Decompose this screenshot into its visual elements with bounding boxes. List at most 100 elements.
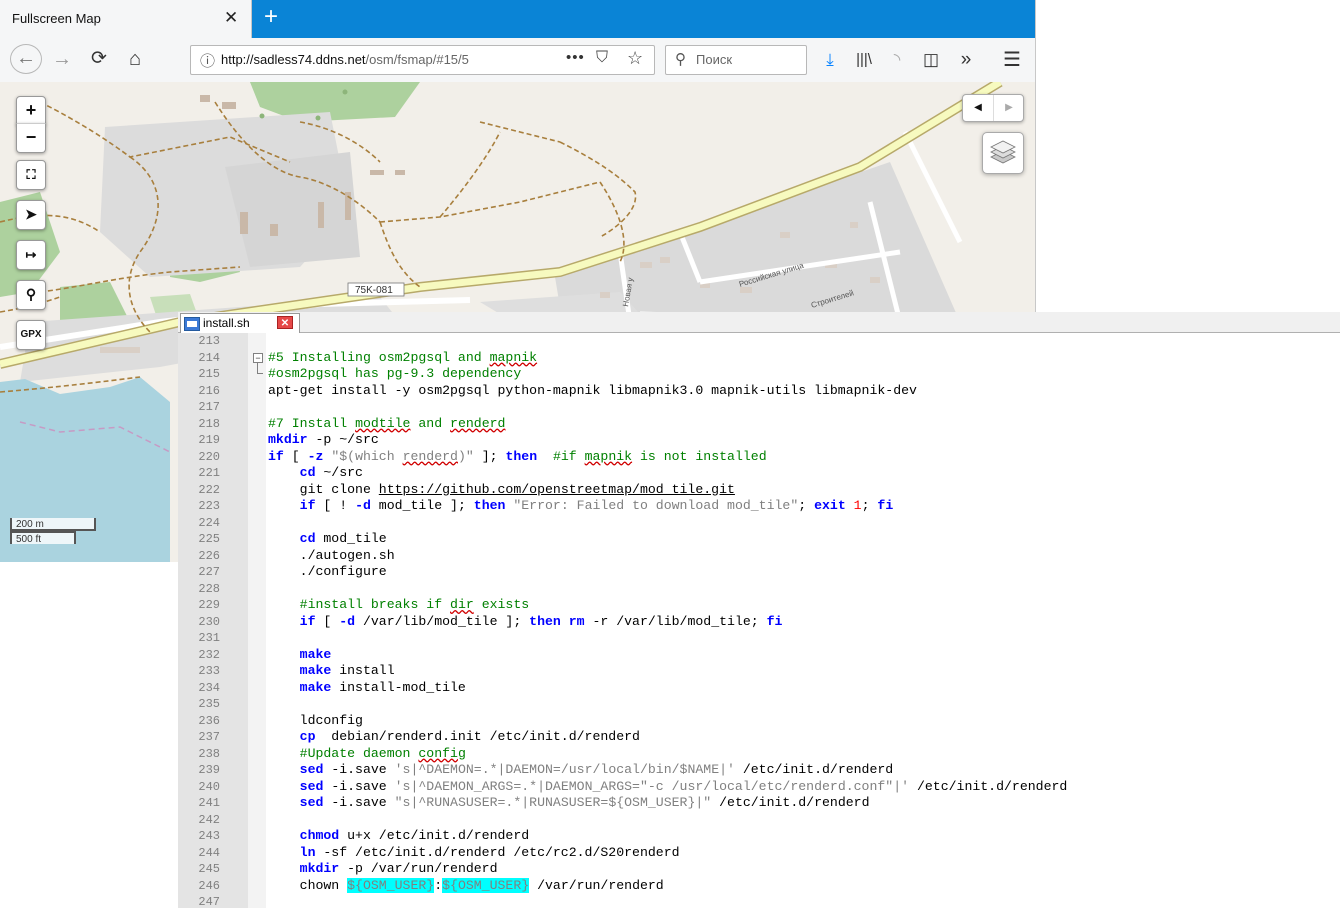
code-line[interactable]: 214 #5 Installing osm2pgsql and mapnik (178, 350, 1340, 367)
download-icon[interactable]: ⤓ (818, 48, 842, 72)
close-icon[interactable]: ✕ (277, 316, 293, 329)
pocket-icon[interactable]: ⛉ (596, 49, 608, 67)
code-line[interactable]: 247 (178, 894, 1340, 908)
code-line[interactable]: 232 make (178, 647, 1340, 664)
code-line[interactable]: 234 make install-mod_tile (178, 680, 1340, 697)
code-line[interactable]: 227 ./configure (178, 564, 1340, 581)
home-button[interactable]: ⌂ (122, 44, 148, 74)
code-line[interactable]: 236 ldconfig (178, 713, 1340, 730)
code-token: -z (307, 448, 324, 464)
code-line[interactable]: 228 (178, 581, 1340, 598)
code-token: sed (299, 795, 324, 810)
page-actions-icon[interactable]: ••• (566, 49, 585, 66)
code-token: 1 (853, 498, 862, 513)
code-token: then (473, 498, 506, 513)
sidebar-icon[interactable]: ◫ (919, 48, 943, 72)
line-number: 233 (198, 664, 220, 678)
code-token: git clone (268, 481, 379, 497)
reload-button[interactable]: ⟳ (86, 44, 112, 74)
tab-bar: Fullscreen Map ✕ + (0, 0, 1035, 38)
code-line[interactable]: 245 mkdir -p /var/run/renderd (178, 861, 1340, 878)
editor-tab-install-sh[interactable]: install.sh ✕ (180, 313, 300, 333)
code-line[interactable]: 231 (178, 630, 1340, 647)
caret-right-icon[interactable]: ▶ (993, 95, 1024, 121)
code-line[interactable]: 237 cp debian/renderd.init /etc/init.d/r… (178, 729, 1340, 746)
zoom-out-button[interactable]: − (16, 123, 46, 153)
info-icon[interactable]: ⓘ (200, 50, 216, 70)
code-token: rm (568, 613, 585, 629)
code-line[interactable]: 244 ln -sf /etc/init.d/renderd /etc/rc2.… (178, 845, 1340, 862)
line-number: 229 (198, 598, 220, 612)
code-token: cd (299, 531, 316, 546)
code-token: chown (268, 877, 348, 893)
line-number: 215 (198, 367, 220, 381)
code-line[interactable]: 220 if [ -z "$(which renderd)" ]; then #i… (178, 449, 1340, 466)
layers-icon[interactable] (982, 132, 1024, 174)
code-token: #7 Install (268, 415, 356, 431)
caret-left-icon[interactable]: ◀ (963, 95, 993, 121)
code-line[interactable]: 217 (178, 399, 1340, 416)
code-text: cp debian/renderd.init /etc/init.d/rende… (268, 729, 640, 746)
code-line[interactable]: 221 cd ~/src (178, 465, 1340, 482)
code-line[interactable]: 233 make install (178, 663, 1340, 680)
code-line[interactable]: 223 if [ ! -d mod_tile ]; then "Error: F… (178, 498, 1340, 515)
code-token: sed (299, 778, 324, 794)
url-bar[interactable]: ⓘ http://sadless74.ddns.net/osm/fsmap/#1… (190, 45, 655, 75)
measure-icon[interactable]: ↦ (16, 240, 46, 270)
code-line[interactable]: 246 chown ${OSM_USER}:${OSM_USER} /var/r… (178, 877, 1340, 895)
code-line[interactable]: 224 (178, 515, 1340, 532)
new-tab-button[interactable]: + (259, 2, 283, 34)
tab-fullscreen-map[interactable]: Fullscreen Map ✕ (0, 0, 252, 38)
code-token: u+x /etc/init.d/renderd (339, 828, 530, 843)
code-line[interactable]: 219 mkdir -p ~/src (178, 432, 1340, 449)
code-area[interactable]: 213 214 #5 Installing osm2pgsql and mapnik… (178, 333, 1340, 908)
library-icon[interactable]: |||\ (852, 48, 876, 72)
code-line[interactable]: 216 apt-get install -y osm2pgsql python-m… (178, 383, 1340, 400)
forward-button[interactable]: → (50, 44, 74, 74)
code-token: -d (339, 613, 356, 629)
code-text: ln -sf /etc/init.d/renderd /etc/rc2.d/S2… (268, 845, 680, 862)
rss-icon[interactable]: ◝ (885, 48, 909, 72)
code-token: -i.save (323, 795, 395, 810)
url-text[interactable]: http://sadless74.ddns.net/osm/fsmap/#15/… (221, 52, 531, 67)
code-text: #install breaks if dir exists (268, 597, 530, 614)
overflow-chevron-icon[interactable]: » (954, 48, 978, 72)
line-number: 239 (198, 763, 220, 777)
code-token: if (299, 613, 316, 629)
search-bar[interactable]: ⚲ Поиск (665, 45, 807, 75)
code-token: #osm2pgsql has pg-9.3 dependency (268, 366, 522, 381)
zoom-in-button[interactable]: + (16, 96, 46, 125)
code-line[interactable]: 242 (178, 812, 1340, 829)
code-text: ./configure (268, 564, 387, 581)
code-line[interactable]: 225 cd mod_tile (178, 531, 1340, 548)
code-line[interactable]: 222 git clone https://github.com/openstr… (178, 482, 1340, 499)
hamburger-menu-icon[interactable]: ☰ (1000, 48, 1024, 72)
line-number: 243 (198, 829, 220, 843)
code-line[interactable]: 239 sed -i.save 's|^DAEMON=.*|DAEMON=/us… (178, 762, 1340, 779)
bookmark-star-icon[interactable]: ☆ (627, 48, 643, 69)
back-button[interactable]: ← (10, 44, 42, 74)
map-search-icon[interactable]: ⚲ (16, 280, 46, 310)
code-line[interactable]: 215 #osm2pgsql has pg-9.3 dependency (178, 366, 1340, 383)
code-line[interactable]: 238 #Update daemon config (178, 746, 1340, 763)
code-line[interactable]: 235 (178, 696, 1340, 713)
code-line[interactable]: 241 sed -i.save "s|^RUNASUSER=.*|RUNASUS… (178, 795, 1340, 812)
code-line[interactable]: 218 #7 Install modtile and renderd (178, 416, 1340, 433)
code-text: sed -i.save 's|^DAEMON=.*|DAEMON=/usr/lo… (268, 762, 894, 779)
code-line[interactable]: 240 sed -i.save 's|^DAEMON_ARGS=.*|DAEMO… (178, 779, 1340, 796)
code-line[interactable]: 230 if [ -d /var/lib/mod_tile ]; then rm… (178, 614, 1340, 631)
locate-arrow-icon[interactable]: ➤ (16, 200, 46, 230)
tab-close-icon[interactable]: ✕ (224, 8, 238, 28)
line-number: 223 (198, 499, 220, 513)
code-token: make (299, 679, 332, 695)
code-line[interactable]: 243 chmod u+x /etc/init.d/renderd (178, 828, 1340, 845)
gpx-button[interactable]: GPX (16, 320, 46, 350)
code-line[interactable]: 226 ./autogen.sh (178, 548, 1340, 565)
fullscreen-icon[interactable]: ⛶ (16, 160, 46, 190)
scale-metric: 200 m (10, 518, 96, 531)
code-line[interactable]: 229 #install breaks if dir exists (178, 597, 1340, 614)
code-line[interactable]: 213 (178, 333, 1340, 350)
panel-toggle[interactable]: ◀ ▶ (962, 94, 1024, 122)
